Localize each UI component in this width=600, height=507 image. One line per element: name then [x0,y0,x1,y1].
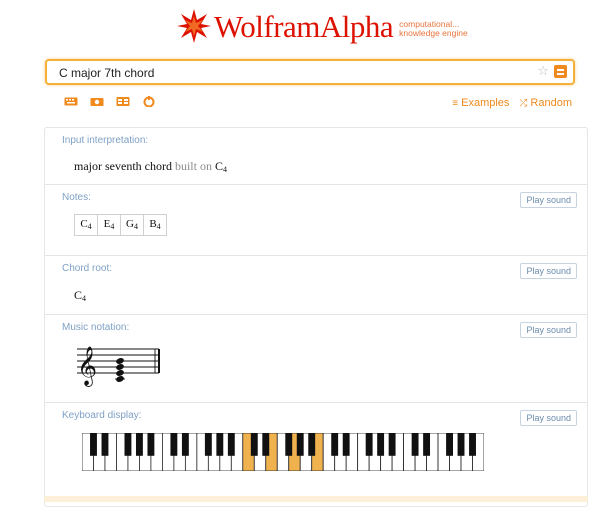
grid-icon[interactable] [116,96,130,107]
pod-title: Input interpretation: [62,135,149,146]
camera-icon[interactable] [90,96,104,107]
play-sound-button[interactable]: Play sound [520,322,577,338]
black-key [377,433,385,456]
pod-chord-root: Chord root: Play sound C4 [45,256,587,315]
results-panel: Input interpretation: major seventh chor… [44,127,588,507]
black-key [308,433,316,456]
shuffle-arrows-icon: ⤮ [519,98,528,109]
search-box[interactable]: ☆ [45,59,575,85]
black-key [296,433,304,456]
play-sound-button[interactable]: Play sound [520,263,577,279]
interpretation-text: major seventh chord built on C4 [74,159,227,174]
pod-keyboard-display: Keyboard display: Play sound [45,403,587,503]
spikey-star-icon [177,9,211,43]
keyboard-icon[interactable] [64,96,78,107]
note-cell: B4 [143,214,167,236]
random-shuffle-icon[interactable] [142,96,156,107]
pod-music-notation: Music notation: Play sound 𝄞 [45,315,587,403]
examples-link[interactable]: ≡ Examples [452,97,509,109]
black-key [147,433,155,456]
wolframalpha-logo[interactable]: WolframAlpha computational... knowledge … [176,6,468,46]
black-key [170,433,178,456]
treble-clef-icon: 𝄞 [77,346,97,387]
black-key [331,433,339,456]
pod-title: Notes: [62,192,91,203]
black-key [216,433,224,456]
piano-keyboard-image [82,433,484,471]
black-key [342,433,350,456]
notes-list: C4 E4 G4 B4 [74,214,167,236]
pod-title: Chord root: [62,263,113,274]
black-key [457,433,465,456]
chord-root-value: C4 [74,288,87,303]
black-key [262,433,270,456]
note-cell: E4 [97,214,121,236]
note-cell: G4 [120,214,144,236]
black-key [411,433,419,456]
notes-table: C4 E4 G4 B4 [74,214,167,236]
black-key [101,433,109,456]
black-key [227,433,235,456]
pod-notes: Notes: Play sound C4 E4 G4 B4 [45,185,587,256]
black-key [124,433,132,456]
black-key [469,433,476,456]
black-key [181,433,189,456]
random-link[interactable]: ⤮ Random [519,97,572,109]
brand-tagline: computational... knowledge engine [399,19,468,38]
input-toolbar [64,96,156,107]
black-key [90,433,97,456]
favorite-star-icon[interactable]: ☆ [537,63,549,79]
black-key [204,433,212,456]
search-input[interactable] [59,65,499,81]
staff-notation-image: 𝄞 [77,346,160,387]
play-sound-button[interactable]: Play sound [520,192,577,208]
note-cell: C4 [74,214,98,236]
black-key [423,433,431,456]
black-key [135,433,143,456]
brand-name: WolframAlpha [214,8,394,44]
play-sound-button[interactable]: Play sound [520,410,577,426]
results-bottom-strip [44,496,588,502]
pod-title: Keyboard display: [62,410,142,421]
black-key [388,433,396,456]
pod-input-interpretation: Input interpretation: major seventh chor… [45,128,587,185]
black-key [446,433,453,456]
submit-equals-icon[interactable] [554,65,567,78]
list-icon: ≡ [452,98,459,109]
black-key [365,433,373,456]
pod-title: Music notation: [62,322,130,333]
black-key [285,433,293,456]
examples-random-links: ≡ Examples ⤮ Random [452,97,572,109]
black-key [250,433,258,456]
